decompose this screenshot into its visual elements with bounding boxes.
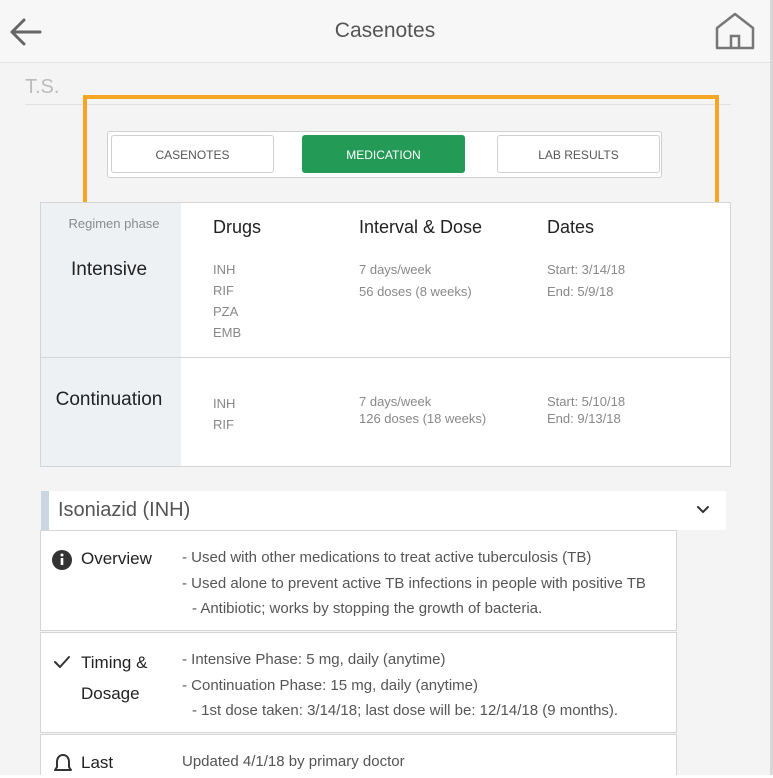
intensive-interval: 7 days/week 56 doses (8 weeks) xyxy=(359,259,472,303)
last-updated-text: Updated 4/1/18 by primary doctor xyxy=(182,749,405,775)
date-item: Start: 3/14/18 xyxy=(547,262,626,277)
date-item: End: 9/13/18 xyxy=(547,411,621,426)
timing-dosage-card: Timing & Dosage - Intensive Phase: 5 mg,… xyxy=(40,632,677,733)
timing-line: - Intensive Phase: 5 mg, daily (anytime) xyxy=(182,651,446,668)
timing-line: - Continuation Phase: 15 mg, daily (anyt… xyxy=(182,676,478,694)
regimen-table: Regimen phase Drugs Interval & Dose Date… xyxy=(40,202,731,467)
intensive-dates: Start: 3/14/18 End: 5/9/18 xyxy=(547,259,625,303)
continuation-interval: 7 days/week 126 doses (18 weeks) xyxy=(359,393,486,427)
page-title: Casenotes xyxy=(334,19,436,42)
timing-title-line: Timing & xyxy=(81,653,148,672)
last-updated-line: Updated 4/1/18 by primary doctor xyxy=(182,753,405,770)
tab-casenotes[interactable]: CASENOTES xyxy=(111,135,274,173)
col-header-drugs: Drugs xyxy=(213,217,262,237)
chevron-down-icon[interactable] xyxy=(694,503,712,517)
row-divider xyxy=(41,357,730,358)
date-item: End: 5/9/18 xyxy=(547,284,614,299)
divider xyxy=(25,104,731,105)
patient-initials: T.S. xyxy=(25,76,60,98)
phase-column xyxy=(41,203,181,466)
timing-dosage-text: - Intensive Phase: 5 mg, daily (anytime)… xyxy=(182,647,618,724)
drug-item: PZA xyxy=(213,304,239,319)
overview-card: Overview - Used with other medications t… xyxy=(40,530,677,631)
interval-item: 56 doses (8 weeks) xyxy=(359,284,472,299)
col-header-interval: Interval & Dose xyxy=(359,217,483,237)
drug-name: Isoniazid (INH) xyxy=(58,499,191,521)
drug-item: INH xyxy=(213,396,236,411)
timing-dosage-title: Timing & Dosage xyxy=(81,647,147,709)
timing-line: - 1st dose taken: 3/14/18; last dose wil… xyxy=(192,702,619,719)
overview-title: Overview xyxy=(81,549,152,568)
check-icon xyxy=(54,656,70,668)
phase-continuation: Continuation xyxy=(55,389,163,410)
tab-bar: CASENOTES MEDICATION LAB RESULTS xyxy=(107,131,662,178)
overview-line: - Used alone to prevent active TB infect… xyxy=(182,574,646,592)
overview-text: - Used with other medications to treat a… xyxy=(182,545,646,622)
dosage-title-line: Dosage xyxy=(81,684,140,703)
interval-item: 7 days/week xyxy=(359,262,432,277)
continuation-drugs: INH RIF xyxy=(213,393,235,435)
tab-medication[interactable]: MEDICATION xyxy=(302,135,465,173)
last-updated-title: Last xyxy=(81,753,114,772)
drug-item: INH xyxy=(213,262,236,277)
home-button[interactable] xyxy=(713,10,757,52)
drug-item: EMB xyxy=(213,325,242,340)
interval-item: 126 doses (18 weeks) xyxy=(359,411,487,426)
info-icon xyxy=(52,550,72,570)
col-header-dates: Dates xyxy=(547,217,595,237)
date-item: Start: 5/10/18 xyxy=(547,394,626,409)
last-updated-card: Last Updated 4/1/18 by primary doctor xyxy=(40,734,677,775)
phase-intensive: Intensive xyxy=(70,259,148,280)
regimen-phase-label: Regimen phase xyxy=(68,216,160,231)
drug-item: RIF xyxy=(213,283,234,298)
tab-lab-results[interactable]: LAB RESULTS xyxy=(497,135,660,173)
bell-icon xyxy=(54,754,72,771)
drug-accordion-header[interactable]: Isoniazid (INH) xyxy=(41,491,726,530)
home-icon xyxy=(715,12,755,50)
drug-item: RIF xyxy=(213,417,234,432)
interval-item: 7 days/week xyxy=(359,394,432,409)
app-header: Casenotes xyxy=(0,0,770,63)
overview-line: - Antibiotic; works by stopping the grow… xyxy=(192,600,543,617)
overview-line: - Used with other medications to treat a… xyxy=(182,549,592,566)
accent-bar xyxy=(41,491,49,530)
intensive-drugs: INH RIF PZA EMB xyxy=(213,259,241,343)
continuation-dates: Start: 5/10/18 End: 9/13/18 xyxy=(547,393,625,427)
